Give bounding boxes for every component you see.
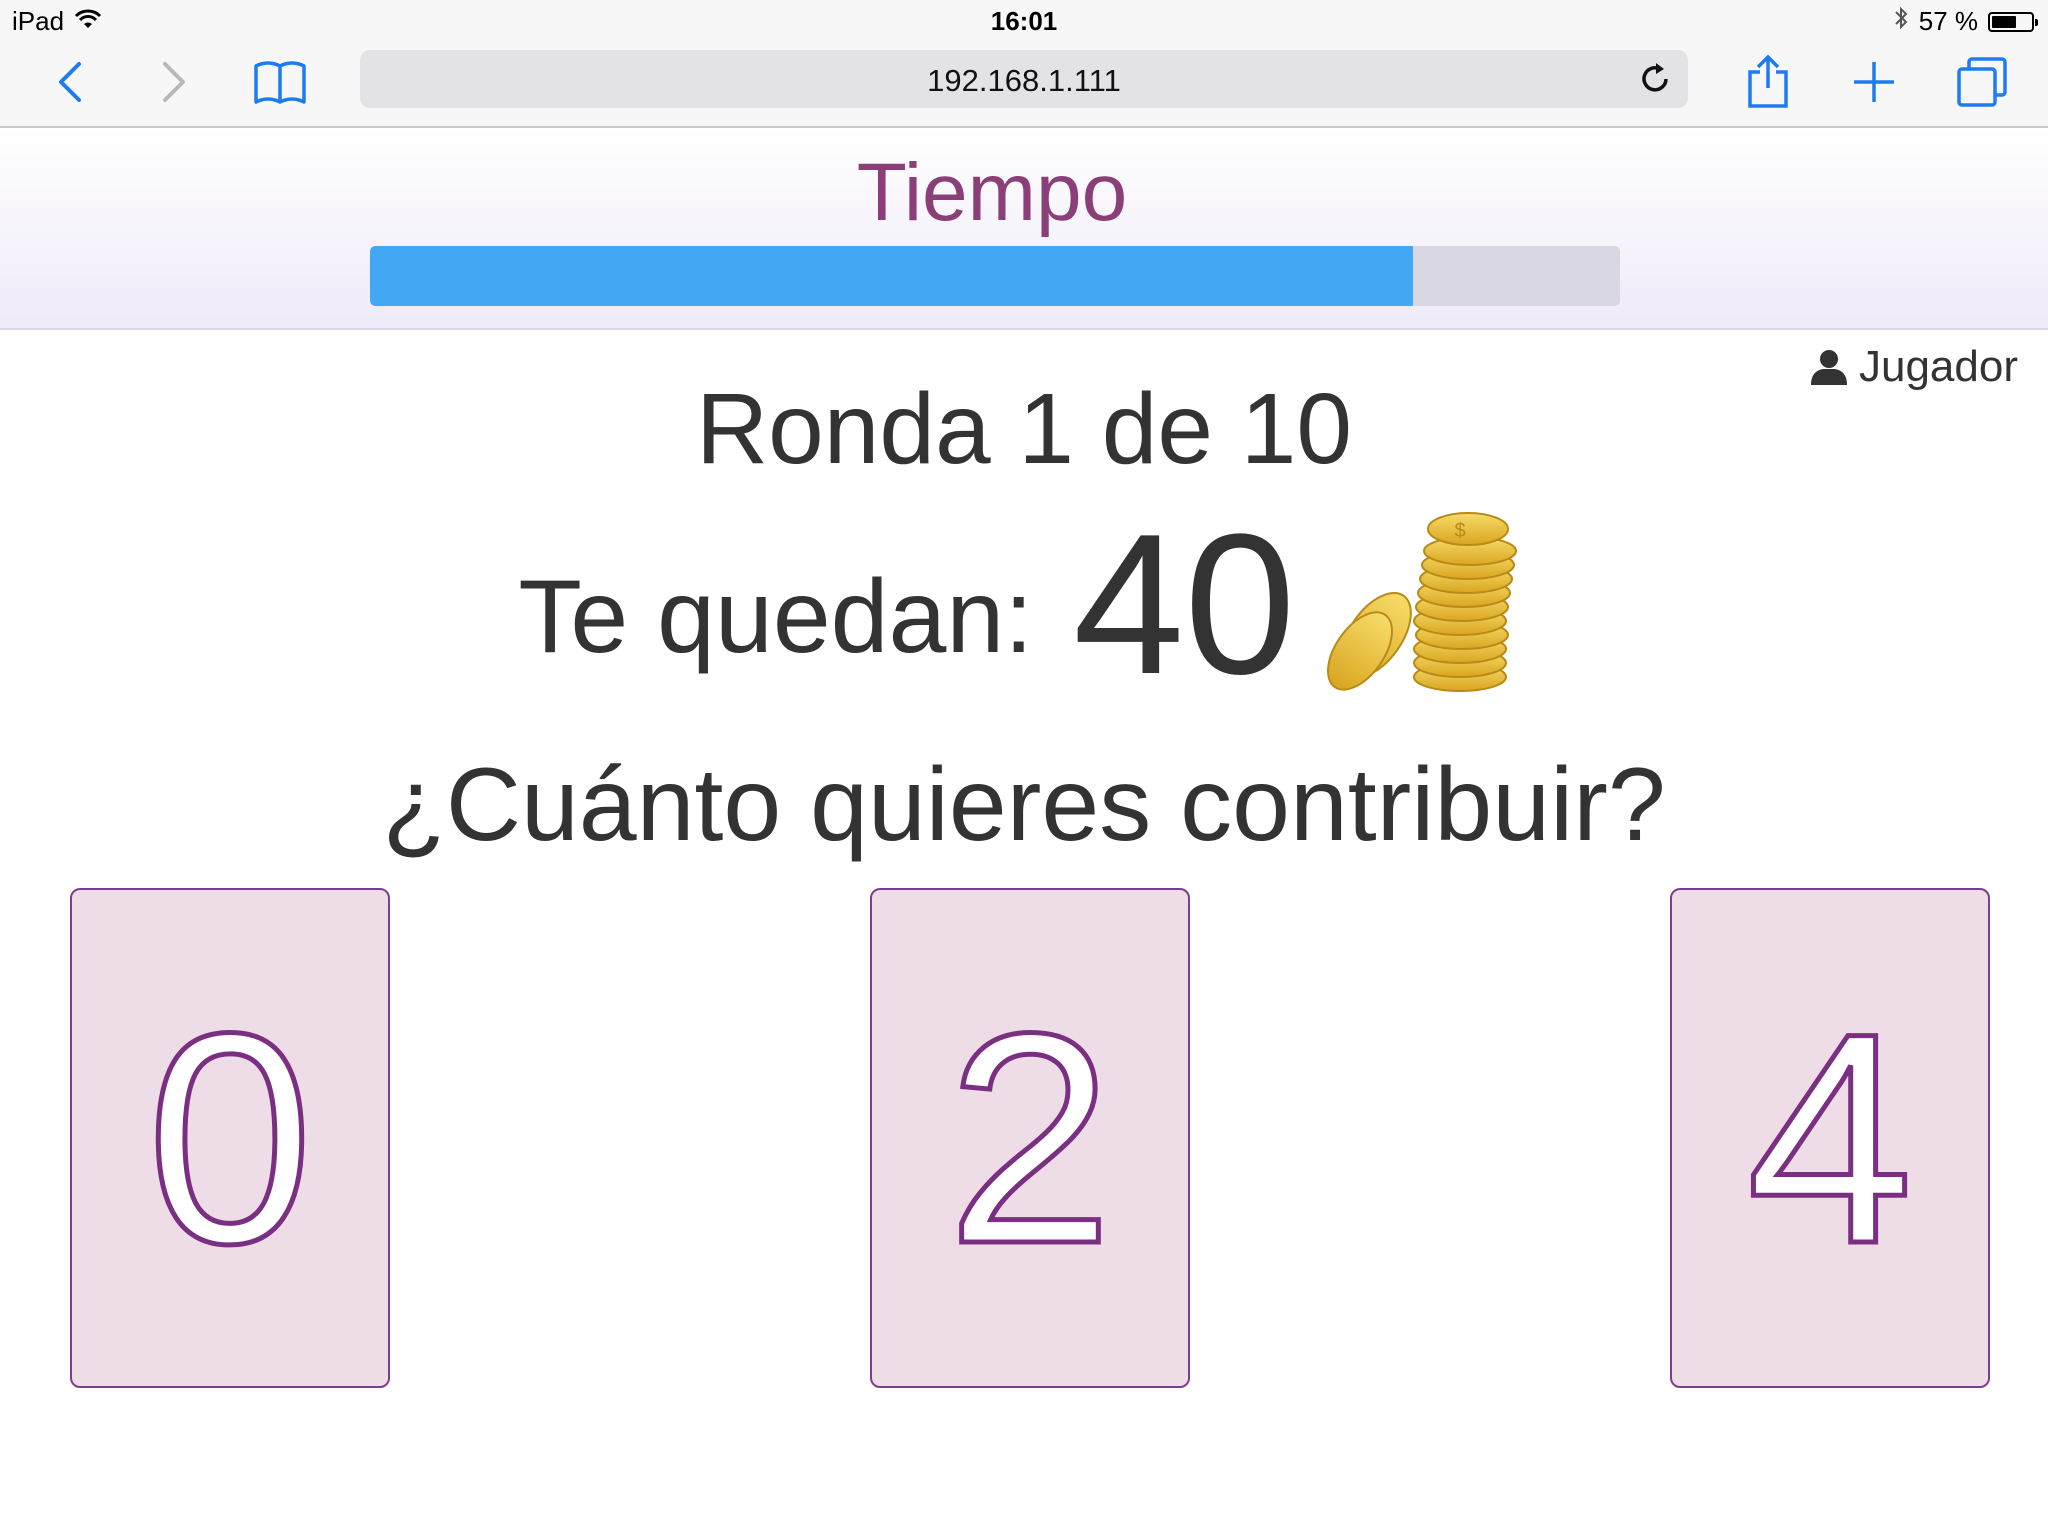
contribution-question: ¿Cuánto quieres contribuir?	[382, 747, 1666, 863]
round-indicator: Ronda 1 de 10	[695, 373, 1353, 485]
share-icon	[1748, 54, 1788, 108]
remaining-amount: 40	[1073, 493, 1296, 716]
timer-progress-fill	[370, 246, 1413, 306]
contribute-4-card[interactable]: 4	[1670, 888, 1990, 1388]
option-value: 0	[144, 970, 316, 1306]
bookmarks-icon	[254, 61, 306, 104]
contribute-2-card[interactable]: 2	[870, 888, 1190, 1388]
timer-progress-bar	[370, 246, 1620, 306]
tabs-icon	[1957, 57, 2007, 107]
browser-toolbar: 192.168.1.111	[0, 40, 2048, 128]
remaining-coins: Te quedan: 40 $	[0, 505, 2048, 705]
new-tab-icon	[1854, 62, 1894, 102]
clock: 16:01	[990, 6, 1058, 36]
bookmarks-button[interactable]	[248, 50, 312, 114]
status-bar: iPad 16:01 57 %	[0, 0, 2048, 40]
url-bar[interactable]: 192.168.1.111	[360, 50, 1688, 108]
remaining-label: Te quedan:	[518, 559, 1034, 675]
back-button[interactable]	[38, 50, 102, 114]
forward-button[interactable]	[142, 50, 206, 114]
coins-icon: $	[1326, 512, 1517, 692]
contribute-0-card[interactable]: 0	[70, 888, 390, 1388]
option-value: 4	[1744, 970, 1916, 1306]
svg-text:$: $	[1454, 520, 1465, 542]
tabs-button[interactable]	[1950, 50, 2014, 114]
timer-header: Tiempo	[0, 128, 2048, 330]
forward-icon	[163, 62, 185, 102]
back-icon	[59, 62, 81, 102]
new-tab-button[interactable]	[1842, 50, 1906, 114]
timer-title: Tiempo	[856, 147, 1128, 238]
battery-percent: 57 %	[1918, 6, 1978, 36]
reload-icon[interactable]	[1636, 60, 1674, 98]
share-button[interactable]	[1736, 50, 1800, 114]
battery-icon	[1988, 11, 2038, 32]
url-text: 192.168.1.111	[927, 63, 1121, 98]
option-value: 2	[944, 970, 1116, 1306]
bluetooth-icon	[1893, 6, 1909, 37]
